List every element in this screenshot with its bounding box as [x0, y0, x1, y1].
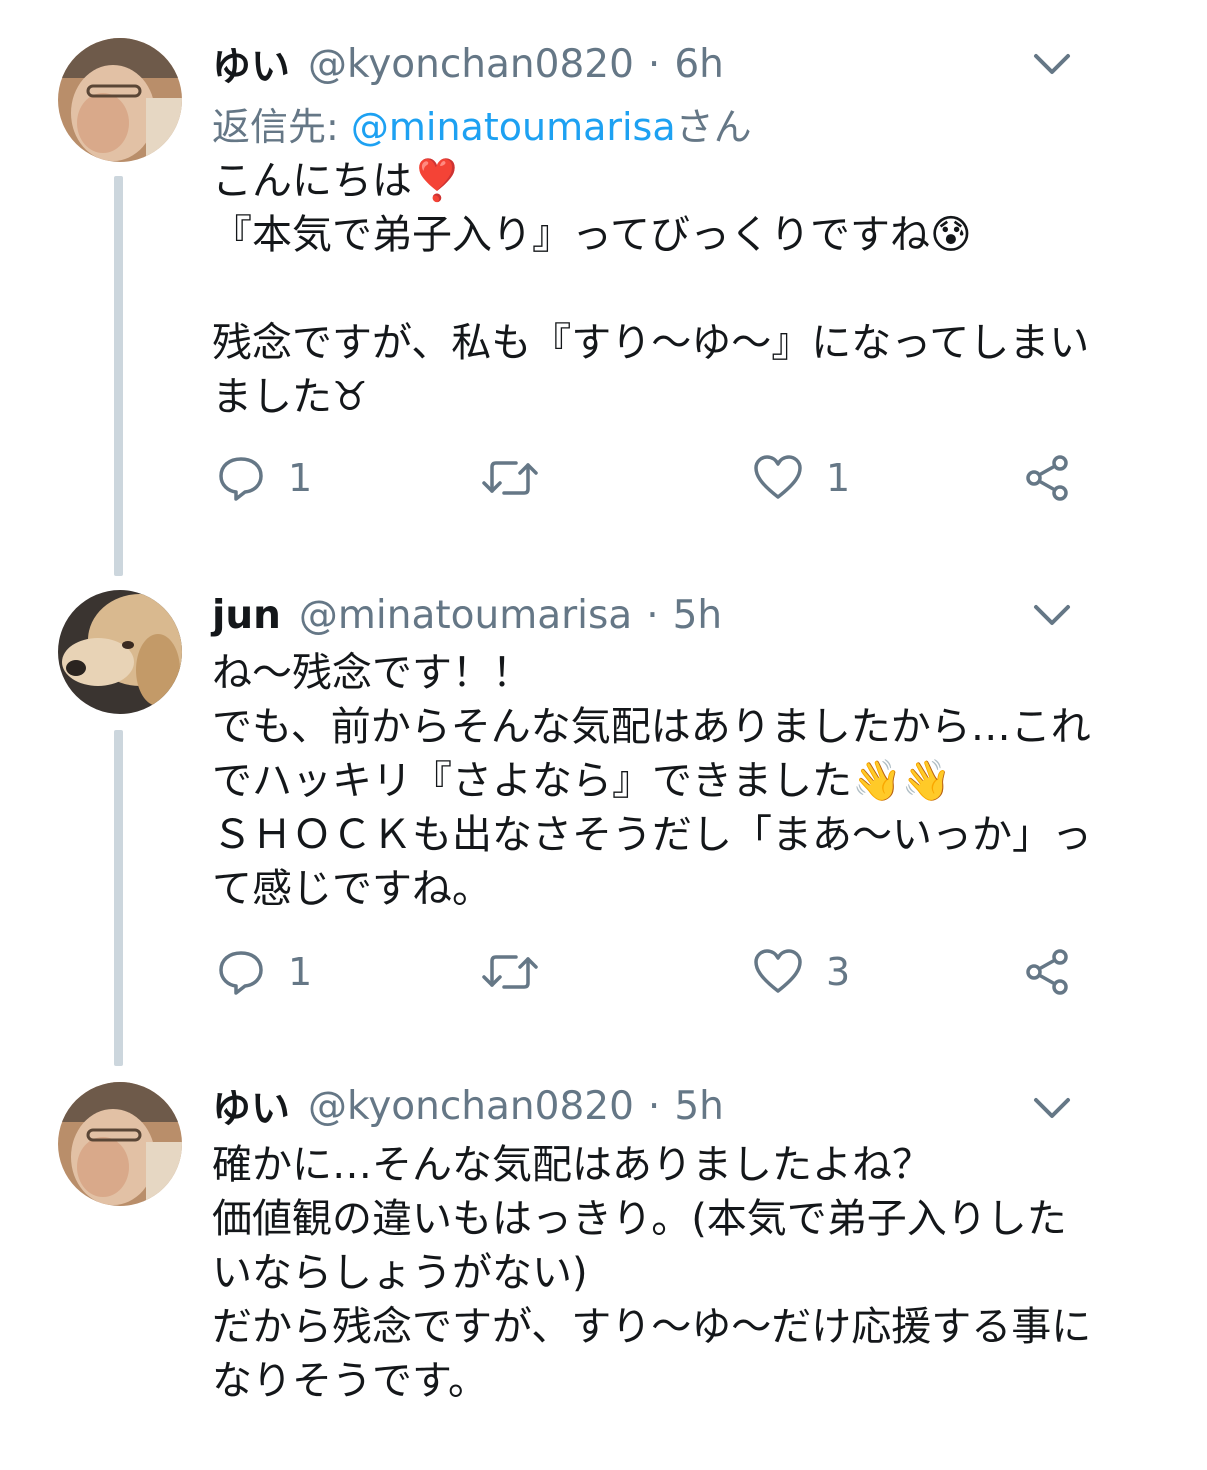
- action-bar: 1 1: [212, 448, 1092, 508]
- tweet-header: ゆい @kyonchan0820 · 5h: [212, 1076, 724, 1136]
- chevron-down-icon[interactable]: [1030, 593, 1074, 637]
- reply-to-line: 返信先: @minatoumarisaさん: [212, 96, 752, 151]
- retweet-arrows-icon: [482, 955, 538, 989]
- timestamp[interactable]: 6h: [674, 42, 724, 87]
- tweet-1[interactable]: ゆい @kyonchan0820 · 6h 返信先: @minatoumaris…: [0, 0, 1207, 576]
- tweet-3[interactable]: ゆい @kyonchan0820 · 5h 確かに…そんな気配はありましたよね？…: [0, 1080, 1207, 1470]
- reply-mention[interactable]: @minatoumarisa: [351, 105, 676, 149]
- speech-bubble-icon: [219, 457, 263, 501]
- speech-bubble-icon: [219, 951, 263, 995]
- timestamp[interactable]: 5h: [673, 593, 723, 638]
- heart-icon: [754, 949, 802, 993]
- user-handle[interactable]: @minatoumarisa: [299, 593, 632, 638]
- reply-suffix: さん: [675, 105, 752, 149]
- chevron-down-icon[interactable]: [1030, 42, 1074, 86]
- retweet-button[interactable]: [480, 448, 540, 508]
- separator: ·: [647, 41, 661, 87]
- share-nodes-icon: [1026, 949, 1068, 995]
- reply-button[interactable]: 1: [216, 942, 312, 1002]
- display-name[interactable]: jun: [212, 593, 281, 638]
- tweet-header: jun @minatoumarisa · 5h: [212, 585, 722, 645]
- share-button[interactable]: [1022, 942, 1072, 1002]
- retweet-arrows-icon: [482, 461, 538, 495]
- display-name[interactable]: ゆい: [212, 36, 290, 92]
- avatar[interactable]: [58, 38, 182, 162]
- like-button[interactable]: 3: [752, 942, 850, 1002]
- action-bar: 1 3: [212, 942, 1092, 1002]
- tweet-text: ね〜残念です！！ でも、前からそんな気配はありましたから…これでハッキリ『さよな…: [212, 650, 1092, 912]
- heart-icon: [754, 455, 802, 499]
- thread-line: [114, 730, 123, 1066]
- separator: ·: [646, 592, 659, 638]
- reply-prefix: 返信先:: [212, 105, 351, 149]
- tweet-header: ゆい @kyonchan0820 · 6h: [212, 34, 724, 94]
- tweet-text: こんにちは❣️ 『本気で弟子入り』ってびっくりですね😰 残念ですが、私も『すり〜…: [212, 158, 1090, 420]
- like-count: 3: [826, 950, 851, 994]
- avatar[interactable]: [58, 1082, 182, 1206]
- share-nodes-icon: [1026, 455, 1068, 501]
- reply-button[interactable]: 1: [216, 448, 312, 508]
- timestamp[interactable]: 5h: [674, 1084, 724, 1129]
- user-handle[interactable]: @kyonchan0820: [308, 42, 634, 87]
- retweet-button[interactable]: [480, 942, 540, 1002]
- tweet-text: 確かに…そんな気配はありましたよね？ 価値観の違いもはっきり。(本気で弟子入りし…: [212, 1142, 1092, 1404]
- tweet-2[interactable]: jun @minatoumarisa · 5h ね〜残念です！！ でも、前からそ…: [0, 560, 1207, 1080]
- reply-count: 1: [288, 950, 313, 994]
- thread-line: [114, 176, 123, 576]
- share-button[interactable]: [1022, 448, 1072, 508]
- like-count: 1: [826, 456, 851, 500]
- avatar[interactable]: [58, 590, 182, 714]
- separator: ·: [647, 1083, 661, 1129]
- reply-count: 1: [288, 456, 313, 500]
- like-button[interactable]: 1: [752, 448, 850, 508]
- user-handle[interactable]: @kyonchan0820: [308, 1084, 634, 1129]
- display-name[interactable]: ゆい: [212, 1078, 290, 1134]
- chevron-down-icon[interactable]: [1030, 1086, 1074, 1130]
